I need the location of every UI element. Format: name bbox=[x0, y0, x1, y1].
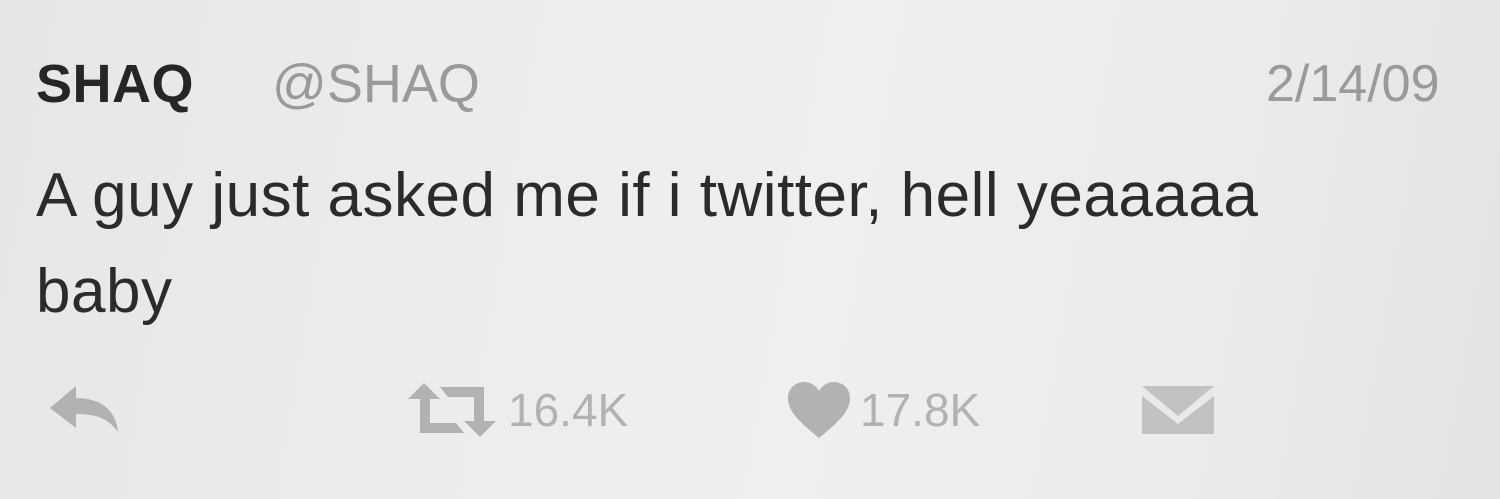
like-button[interactable]: 17.8K bbox=[786, 370, 980, 450]
envelope-icon bbox=[1142, 386, 1214, 434]
heart-icon bbox=[788, 382, 850, 438]
user-handle[interactable]: @SHAQ bbox=[272, 52, 480, 116]
retweet-icon bbox=[408, 383, 496, 437]
like-count: 17.8K bbox=[860, 384, 981, 436]
retweet-count: 16.4K bbox=[508, 384, 629, 436]
tweet-timestamp[interactable]: 2/14/09 bbox=[1266, 52, 1440, 116]
reply-button[interactable] bbox=[46, 370, 122, 450]
display-name[interactable]: SHAQ bbox=[36, 52, 194, 116]
tweet-card: SHAQ @SHAQ 2/14/09 A guy just asked me i… bbox=[0, 0, 1500, 499]
tweet-actions: 16.4K 17.8K bbox=[0, 370, 1500, 450]
tweet-text: A guy just asked me if i twitter, hell y… bbox=[36, 161, 1259, 326]
direct-message-button[interactable] bbox=[1140, 370, 1216, 450]
retweet-button[interactable]: 16.4K bbox=[404, 370, 628, 450]
reply-icon bbox=[50, 386, 118, 432]
